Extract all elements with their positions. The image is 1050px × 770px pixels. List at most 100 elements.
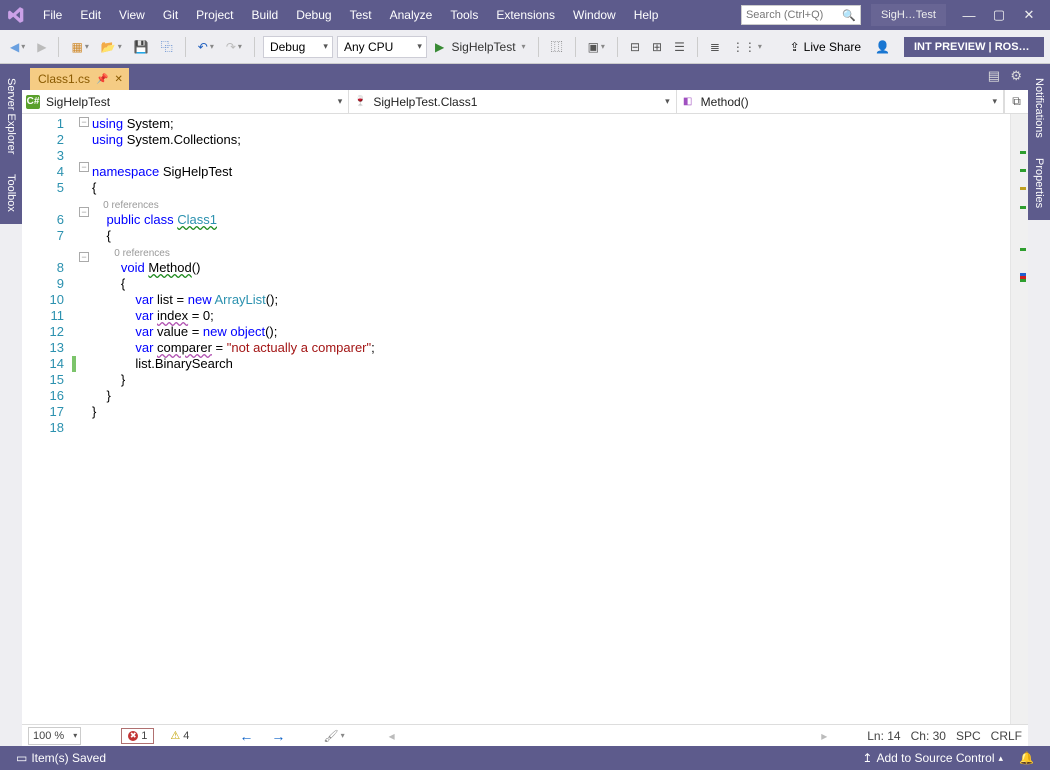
code-line[interactable]: 0 references (92, 244, 1010, 260)
code-line[interactable]: var value = new object(); (92, 324, 1010, 340)
codelens[interactable]: 0 references (92, 248, 170, 259)
code-line[interactable] (92, 420, 1010, 436)
outlining-margin[interactable]: −−−− (78, 114, 92, 724)
nav-back-button[interactable]: ◀▾ (6, 35, 29, 59)
hscroll-right-icon[interactable]: ▸ (821, 729, 827, 743)
code-line[interactable] (92, 148, 1010, 164)
main-menu: FileEditViewGitProjectBuildDebugTestAnal… (34, 0, 667, 30)
side-tab-toolbox[interactable]: Toolbox (3, 166, 19, 220)
new-item-button[interactable]: ▦▾ (67, 35, 92, 59)
zoom-combo[interactable]: 100 % (28, 727, 81, 745)
warning-count-button[interactable]: ⚠4 (164, 728, 195, 744)
toolbar-indent[interactable]: ≣ (706, 35, 724, 59)
toolbar-misc-1[interactable]: ⿲ (547, 35, 567, 59)
nav-member-label: Method() (701, 95, 749, 109)
start-button[interactable]: ▶ SigHelpTest▾ (431, 35, 530, 59)
side-tab-notifications[interactable]: Notifications (1031, 70, 1047, 146)
prev-issue-button[interactable]: ← (235, 728, 257, 744)
menu-view[interactable]: View (110, 0, 154, 30)
vertical-scrollbar[interactable] (1010, 114, 1028, 724)
nav-project-label: SigHelpTest (46, 95, 110, 109)
tab-close-icon[interactable]: ✕ (114, 74, 122, 85)
caret-line[interactable]: Ln: 14 (867, 729, 900, 743)
file-tab[interactable]: Class1.cs 📌 ✕ (30, 68, 129, 90)
code-line[interactable]: { (92, 180, 1010, 196)
code-line[interactable]: } (92, 372, 1010, 388)
menu-project[interactable]: Project (187, 0, 242, 30)
close-button[interactable]: ✕ (1014, 0, 1044, 30)
hscroll-left-icon[interactable]: ◂ (389, 729, 395, 743)
redo-button[interactable]: ↷▾ (222, 35, 246, 59)
toolbar-misc-5[interactable]: ☰ (670, 35, 689, 59)
caret-col[interactable]: Ch: 30 (911, 729, 946, 743)
minimize-button[interactable]: — (954, 0, 984, 30)
feedback-button[interactable]: 👤 (871, 35, 894, 59)
menu-debug[interactable]: Debug (287, 0, 340, 30)
split-editor-button[interactable]: ⧉ (1004, 90, 1028, 113)
nav-project-combo[interactable]: C# SigHelpTest (22, 90, 349, 113)
menu-extensions[interactable]: Extensions (487, 0, 564, 30)
code-line[interactable]: { (92, 228, 1010, 244)
menu-edit[interactable]: Edit (71, 0, 110, 30)
toolbar-misc-4[interactable]: ⊞ (648, 35, 666, 59)
live-share-button[interactable]: ⇪ Live Share (784, 40, 867, 54)
search-box[interactable]: Search (Ctrl+Q) 🔍 (741, 5, 861, 25)
code-editor[interactable]: 123456789101112131415161718 −−−− using S… (22, 114, 1028, 724)
code-line[interactable]: namespace SigHelpTest (92, 164, 1010, 180)
toolbar-misc-2[interactable]: ▣▾ (584, 35, 609, 59)
code-line[interactable]: void Method() (92, 260, 1010, 276)
nav-member-combo[interactable]: ◧ Method() (677, 90, 1004, 113)
code-text-area[interactable]: using System;using System.Collections; na… (92, 114, 1010, 724)
menu-help[interactable]: Help (625, 0, 668, 30)
error-count: 1 (141, 730, 147, 742)
menu-build[interactable]: Build (243, 0, 288, 30)
code-line[interactable]: var comparer = "not actually a comparer"… (92, 340, 1010, 356)
code-line[interactable]: list.BinarySearch (92, 356, 1010, 372)
whitespace-mode[interactable]: SPC (956, 729, 981, 743)
window-controls: — ▢ ✕ (954, 0, 1044, 30)
search-placeholder: Search (Ctrl+Q) (746, 9, 823, 21)
nav-class-combo[interactable]: 🍷 SigHelpTest.Class1 (349, 90, 676, 113)
tabstrip-preview-icon[interactable]: ▤ (988, 68, 1000, 84)
config-combo[interactable]: Debug (263, 36, 333, 58)
solution-badge[interactable]: SigH…Test (871, 4, 946, 26)
next-issue-button[interactable]: → (267, 728, 289, 744)
menu-file[interactable]: File (34, 0, 71, 30)
code-cleanup-button[interactable]: 🖌▾ (319, 724, 348, 748)
menu-test[interactable]: Test (341, 0, 381, 30)
menu-tools[interactable]: Tools (441, 0, 487, 30)
file-tab-label: Class1.cs (38, 72, 90, 86)
line-ending-mode[interactable]: CRLF (991, 729, 1022, 743)
code-line[interactable]: } (92, 404, 1010, 420)
code-line[interactable]: 0 references (92, 196, 1010, 212)
open-button[interactable]: 📂▾ (97, 35, 126, 59)
save-all-button[interactable]: ⿻ (157, 35, 177, 59)
preview-badge[interactable]: INT PREVIEW | ROSLY… (904, 37, 1044, 57)
source-control-button[interactable]: ↥ Add to Source Control ▴ (854, 751, 1011, 765)
code-line[interactable]: var list = new ArrayList(); (92, 292, 1010, 308)
toolbar-misc-3[interactable]: ⊟ (626, 35, 644, 59)
maximize-button[interactable]: ▢ (984, 0, 1014, 30)
menu-git[interactable]: Git (154, 0, 187, 30)
pin-icon[interactable]: 📌 (96, 74, 108, 85)
code-line[interactable]: var index = 0; (92, 308, 1010, 324)
nav-fwd-button[interactable]: ▶ (33, 35, 50, 59)
error-icon: ✖ (128, 731, 138, 741)
error-count-button[interactable]: ✖1 (121, 728, 154, 744)
side-tab-properties[interactable]: Properties (1031, 150, 1047, 216)
code-line[interactable]: using System.Collections; (92, 132, 1010, 148)
undo-button[interactable]: ↶▾ (194, 35, 218, 59)
notifications-bell-button[interactable]: 🔔 (1011, 751, 1042, 765)
save-button[interactable]: 💾 (130, 35, 153, 59)
menu-analyze[interactable]: Analyze (381, 0, 442, 30)
platform-combo[interactable]: Any CPU (337, 36, 427, 58)
codelens[interactable]: 0 references (92, 200, 159, 211)
menu-window[interactable]: Window (564, 0, 625, 30)
code-line[interactable]: { (92, 276, 1010, 292)
code-line[interactable]: using System; (92, 116, 1010, 132)
tabstrip-gear-icon[interactable]: ⚙ (1010, 68, 1022, 84)
toolbar-misc-6[interactable]: ⋮⋮▾ (728, 35, 766, 59)
side-tab-server-explorer[interactable]: Server Explorer (3, 70, 19, 162)
code-line[interactable]: public class Class1 (92, 212, 1010, 228)
code-line[interactable]: } (92, 388, 1010, 404)
